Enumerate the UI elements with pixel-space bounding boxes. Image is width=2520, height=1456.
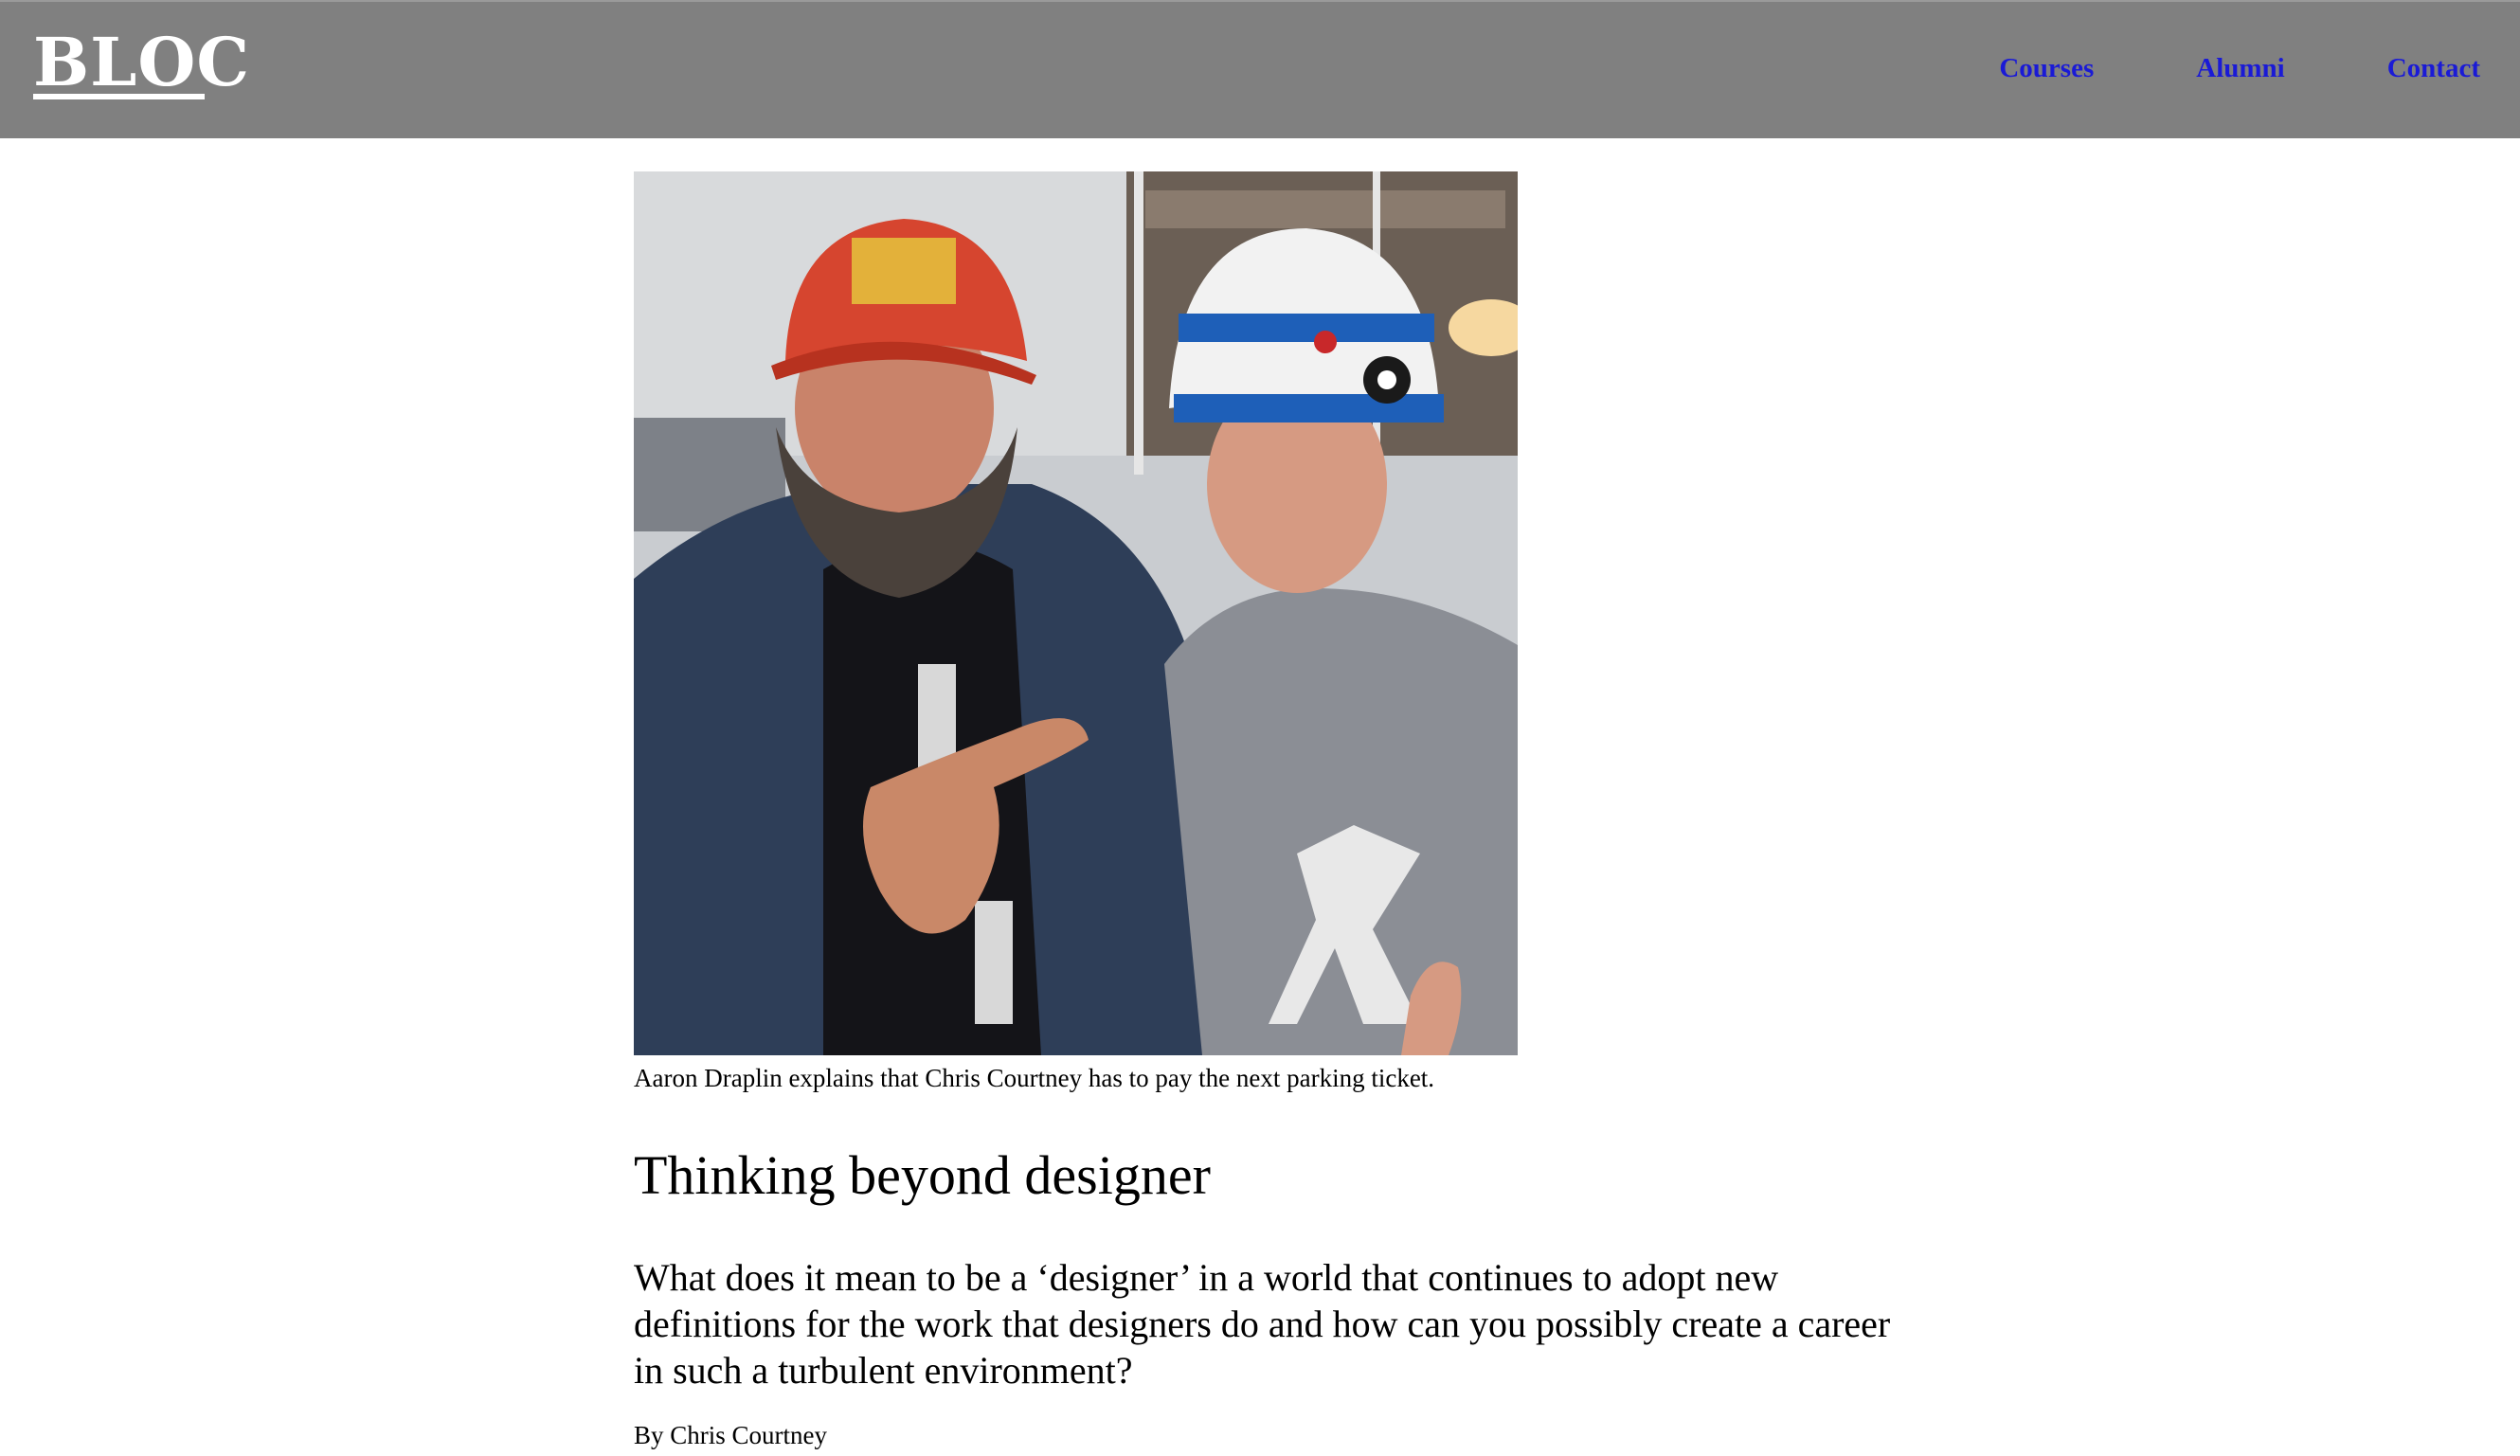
article-lead: What does it mean to be a ‘designer’ in … xyxy=(634,1256,1891,1392)
article-photo xyxy=(634,171,1518,1055)
main-nav: Courses Alumni Contact xyxy=(1999,49,2480,87)
site-header: BLOC Courses Alumni Contact xyxy=(0,0,2520,138)
byline: By Chris Courtney xyxy=(634,1421,828,1449)
bloc-logo[interactable]: BLOC xyxy=(33,23,250,102)
article: Aaron Draplin explains that Chris Courtn… xyxy=(634,171,1903,1452)
nav-link-courses[interactable]: Courses xyxy=(1999,49,2094,87)
section-title: Thinking beyond designer xyxy=(634,1144,1211,1206)
photo-caption: Aaron Draplin explains that Chris Courtn… xyxy=(634,1064,1435,1092)
logo-underline xyxy=(33,94,205,99)
nav-link-contact[interactable]: Contact xyxy=(2387,49,2480,87)
nav-link-alumni[interactable]: Alumni xyxy=(2196,49,2284,87)
